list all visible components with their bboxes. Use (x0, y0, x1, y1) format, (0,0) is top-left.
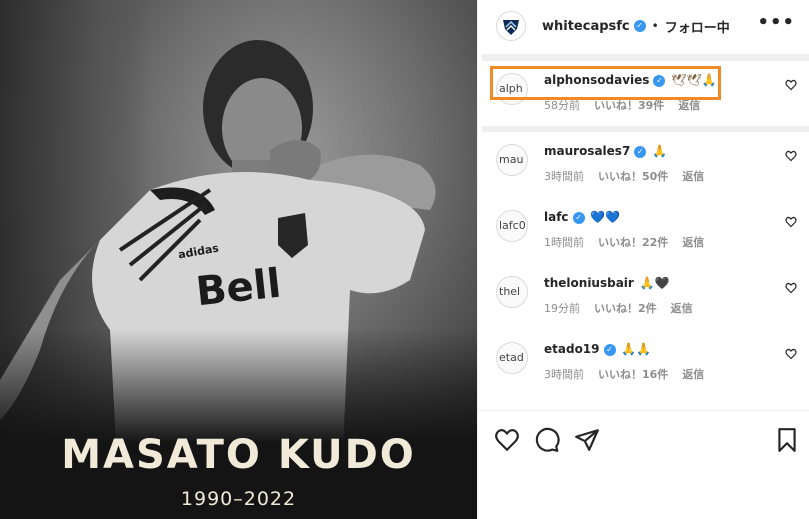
more-options-icon[interactable]: ••• (757, 12, 795, 33)
comment-text: 🙏🖤 (639, 276, 670, 290)
commenter-name[interactable]: maurosales7 (544, 144, 630, 158)
divider (482, 54, 809, 61)
action-bar (478, 410, 809, 519)
share-icon[interactable] (574, 427, 600, 453)
comment-likes[interactable]: いいね！22件 (598, 236, 668, 249)
like-heart-icon[interactable] (494, 427, 520, 453)
comment-time[interactable]: 58分前 (544, 99, 580, 112)
comment-item: etad etado19 ✓ 🙏🙏 3時間前 いいね！16件 返信 (478, 330, 809, 396)
reply-button[interactable]: 返信 (678, 99, 700, 112)
verified-badge-icon: ✓ (634, 146, 647, 158)
heart-icon[interactable] (785, 282, 797, 294)
commenter-avatar[interactable]: lafc0 (496, 210, 528, 242)
verified-badge-icon: ✓ (633, 20, 646, 32)
comment-item: thel theloniusbair 🙏🖤 19分前 いいね！2件 返信 (478, 264, 809, 330)
reply-button[interactable]: 返信 (682, 368, 704, 381)
comment-likes[interactable]: いいね！50件 (598, 170, 668, 183)
comment-text: 💙💙 (590, 210, 621, 224)
heart-icon[interactable] (785, 348, 797, 360)
verified-badge-icon: ✓ (603, 344, 616, 356)
commenter-name[interactable]: theloniusbair (544, 276, 634, 290)
comment-item: mau maurosales7 ✓ 🙏 3時間前 いいね！50件 返信 (478, 132, 809, 198)
heart-icon[interactable] (785, 79, 797, 91)
bookmark-icon[interactable] (774, 427, 800, 453)
comment-item: alph alphonsodavies ✓ 🕊🕊🙏 58分前 いいね！39件 返信 (478, 61, 809, 127)
reply-button[interactable]: 返信 (671, 302, 693, 315)
commenter-avatar[interactable]: mau (496, 144, 528, 176)
commenter-name[interactable]: etado19 (544, 342, 600, 356)
jersey-sponsor: Bell (193, 260, 284, 316)
comment-text: 🙏🙏 (621, 342, 652, 356)
separator-dot: • (651, 19, 659, 33)
whitecaps-logo[interactable] (496, 11, 526, 41)
comment-text: 🙏 (652, 144, 668, 158)
memorial-years: 1990–2022 (180, 488, 297, 510)
reply-button[interactable]: 返信 (682, 236, 704, 249)
commenter-avatar[interactable]: thel (496, 276, 528, 308)
comment-time[interactable]: 1時間前 (544, 236, 584, 249)
comment-time[interactable]: 19分前 (544, 302, 580, 315)
reply-button[interactable]: 返信 (682, 170, 704, 183)
post-header: whitecapsfc ✓ • フォロー中 ••• (478, 0, 809, 52)
heart-icon[interactable] (785, 216, 797, 228)
commenter-avatar[interactable]: alph (496, 73, 528, 105)
comment-icon[interactable] (534, 427, 560, 453)
comment-likes[interactable]: いいね！16件 (598, 368, 668, 381)
comment-item: lafc0 lafc ✓ 💙💙 1時間前 いいね！22件 返信 (478, 198, 809, 264)
comment-time[interactable]: 3時間前 (544, 368, 584, 381)
commenter-name[interactable]: lafc (544, 210, 569, 224)
account-name[interactable]: whitecapsfc (542, 19, 630, 34)
comment-time[interactable]: 3時間前 (544, 170, 584, 183)
following-button[interactable]: フォロー中 (665, 17, 730, 36)
post-panel: whitecapsfc ✓ • フォロー中 ••• alph alphonsod… (477, 0, 809, 519)
commenter-avatar[interactable]: etad (496, 342, 528, 374)
heart-icon[interactable] (785, 150, 797, 162)
comment-text: 🕊🕊🙏 (671, 73, 717, 87)
memorial-name: MASATO KUDO (61, 432, 416, 478)
comment-list: alph alphonsodavies ✓ 🕊🕊🙏 58分前 いいね！39件 返信 m… (478, 61, 809, 396)
commenter-name[interactable]: alphonsodavies (544, 73, 649, 87)
comment-likes[interactable]: いいね！2件 (594, 302, 657, 315)
post-image[interactable]: Bell adidas MASATO KUDO 1990–2022 (0, 0, 477, 519)
comment-likes[interactable]: いいね！39件 (594, 99, 664, 112)
verified-badge-icon: ✓ (572, 212, 585, 224)
verified-badge-icon: ✓ (653, 75, 666, 87)
